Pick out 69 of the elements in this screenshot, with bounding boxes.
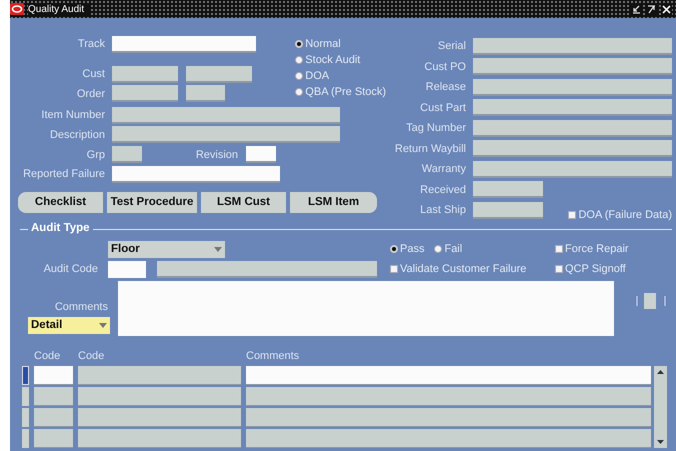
field-label: Cust PO bbox=[423, 60, 467, 73]
table-cell[interactable] bbox=[34, 386, 73, 406]
record-indicator[interactable] bbox=[22, 366, 29, 384]
table-cell[interactable] bbox=[78, 366, 241, 384]
checkbox[interactable]: QCP Signoff bbox=[555, 261, 672, 277]
field-label: Reported Failure bbox=[22, 168, 106, 180]
record-indicator[interactable] bbox=[22, 428, 29, 448]
record-indicator[interactable] bbox=[22, 386, 29, 406]
table-cell[interactable] bbox=[246, 408, 651, 426]
close-icon[interactable] bbox=[661, 4, 672, 14]
dropdown-caret-icon bbox=[214, 246, 222, 252]
table-cell[interactable] bbox=[34, 428, 73, 448]
table-cell[interactable] bbox=[246, 366, 651, 384]
field-label: Grp bbox=[86, 148, 106, 160]
field-label: Track bbox=[76, 38, 106, 50]
action-button[interactable]: Test Procedure bbox=[107, 192, 197, 212]
dropdown[interactable]: Floor bbox=[108, 240, 225, 258]
field-label: Received bbox=[419, 184, 467, 196]
field-label: Release bbox=[424, 81, 467, 94]
radio-option[interactable]: Pass bbox=[390, 241, 424, 257]
app-icon bbox=[10, 3, 24, 15]
column-header: Code bbox=[78, 350, 104, 362]
checkbox[interactable]: Validate Customer Failure bbox=[390, 261, 555, 277]
field-label: Tag Number bbox=[405, 122, 467, 134]
text-field[interactable] bbox=[112, 166, 280, 182]
comments-field[interactable] bbox=[118, 280, 614, 336]
field-label: Serial bbox=[436, 40, 467, 52]
radio-option[interactable]: Stock Audit bbox=[295, 52, 386, 68]
field-label: Return Waybill bbox=[394, 142, 467, 155]
radio-option[interactable]: QBA (Pre Stock) bbox=[295, 84, 386, 100]
dropdown[interactable]: Detail bbox=[28, 316, 110, 334]
text-field[interactable] bbox=[246, 146, 276, 163]
column-header: Code bbox=[34, 350, 60, 362]
table-cell[interactable] bbox=[34, 366, 73, 384]
radio-option[interactable]: Normal bbox=[295, 36, 386, 52]
text-field[interactable] bbox=[112, 36, 256, 52]
field-label: Comments bbox=[54, 300, 109, 312]
field-label: Warranty bbox=[420, 163, 467, 176]
action-button[interactable]: LSM Item bbox=[290, 192, 377, 212]
dropdown-caret-icon bbox=[99, 322, 107, 328]
table-cell[interactable] bbox=[246, 428, 651, 448]
scrollbar[interactable] bbox=[654, 366, 667, 448]
table-cell[interactable] bbox=[78, 386, 241, 406]
minimize-icon[interactable] bbox=[631, 4, 642, 14]
field-label: Cust bbox=[81, 68, 106, 80]
radio-option[interactable]: Fail bbox=[434, 241, 462, 257]
field-label: Audit Code bbox=[42, 263, 99, 275]
section-title: Audit Type bbox=[28, 222, 93, 234]
record-indicator[interactable] bbox=[22, 408, 29, 426]
text-field[interactable] bbox=[157, 260, 377, 278]
table-cell[interactable] bbox=[78, 408, 241, 426]
maximize-icon[interactable] bbox=[646, 4, 657, 14]
column-header: Comments bbox=[246, 350, 300, 362]
table-cell[interactable] bbox=[34, 408, 73, 426]
scroll-indicator-icon bbox=[634, 292, 668, 310]
window-title: Quality Audit bbox=[28, 4, 90, 14]
checkbox[interactable]: DOA (Failure Data) bbox=[568, 207, 672, 224]
field-label: Cust Part bbox=[419, 102, 467, 114]
field-label: Description bbox=[48, 128, 106, 140]
field-label: Item Number bbox=[40, 109, 106, 121]
action-button[interactable]: Checklist bbox=[18, 192, 103, 212]
checkbox[interactable]: Force Repair bbox=[555, 241, 672, 257]
action-button[interactable]: LSM Cust bbox=[201, 192, 286, 212]
field-label: Order bbox=[76, 88, 106, 100]
radio-option[interactable]: DOA bbox=[295, 68, 386, 84]
field-label: Last Ship bbox=[419, 204, 467, 216]
table-cell[interactable] bbox=[246, 386, 651, 406]
field-label: Revision bbox=[194, 148, 239, 160]
table-cell[interactable] bbox=[78, 428, 241, 448]
